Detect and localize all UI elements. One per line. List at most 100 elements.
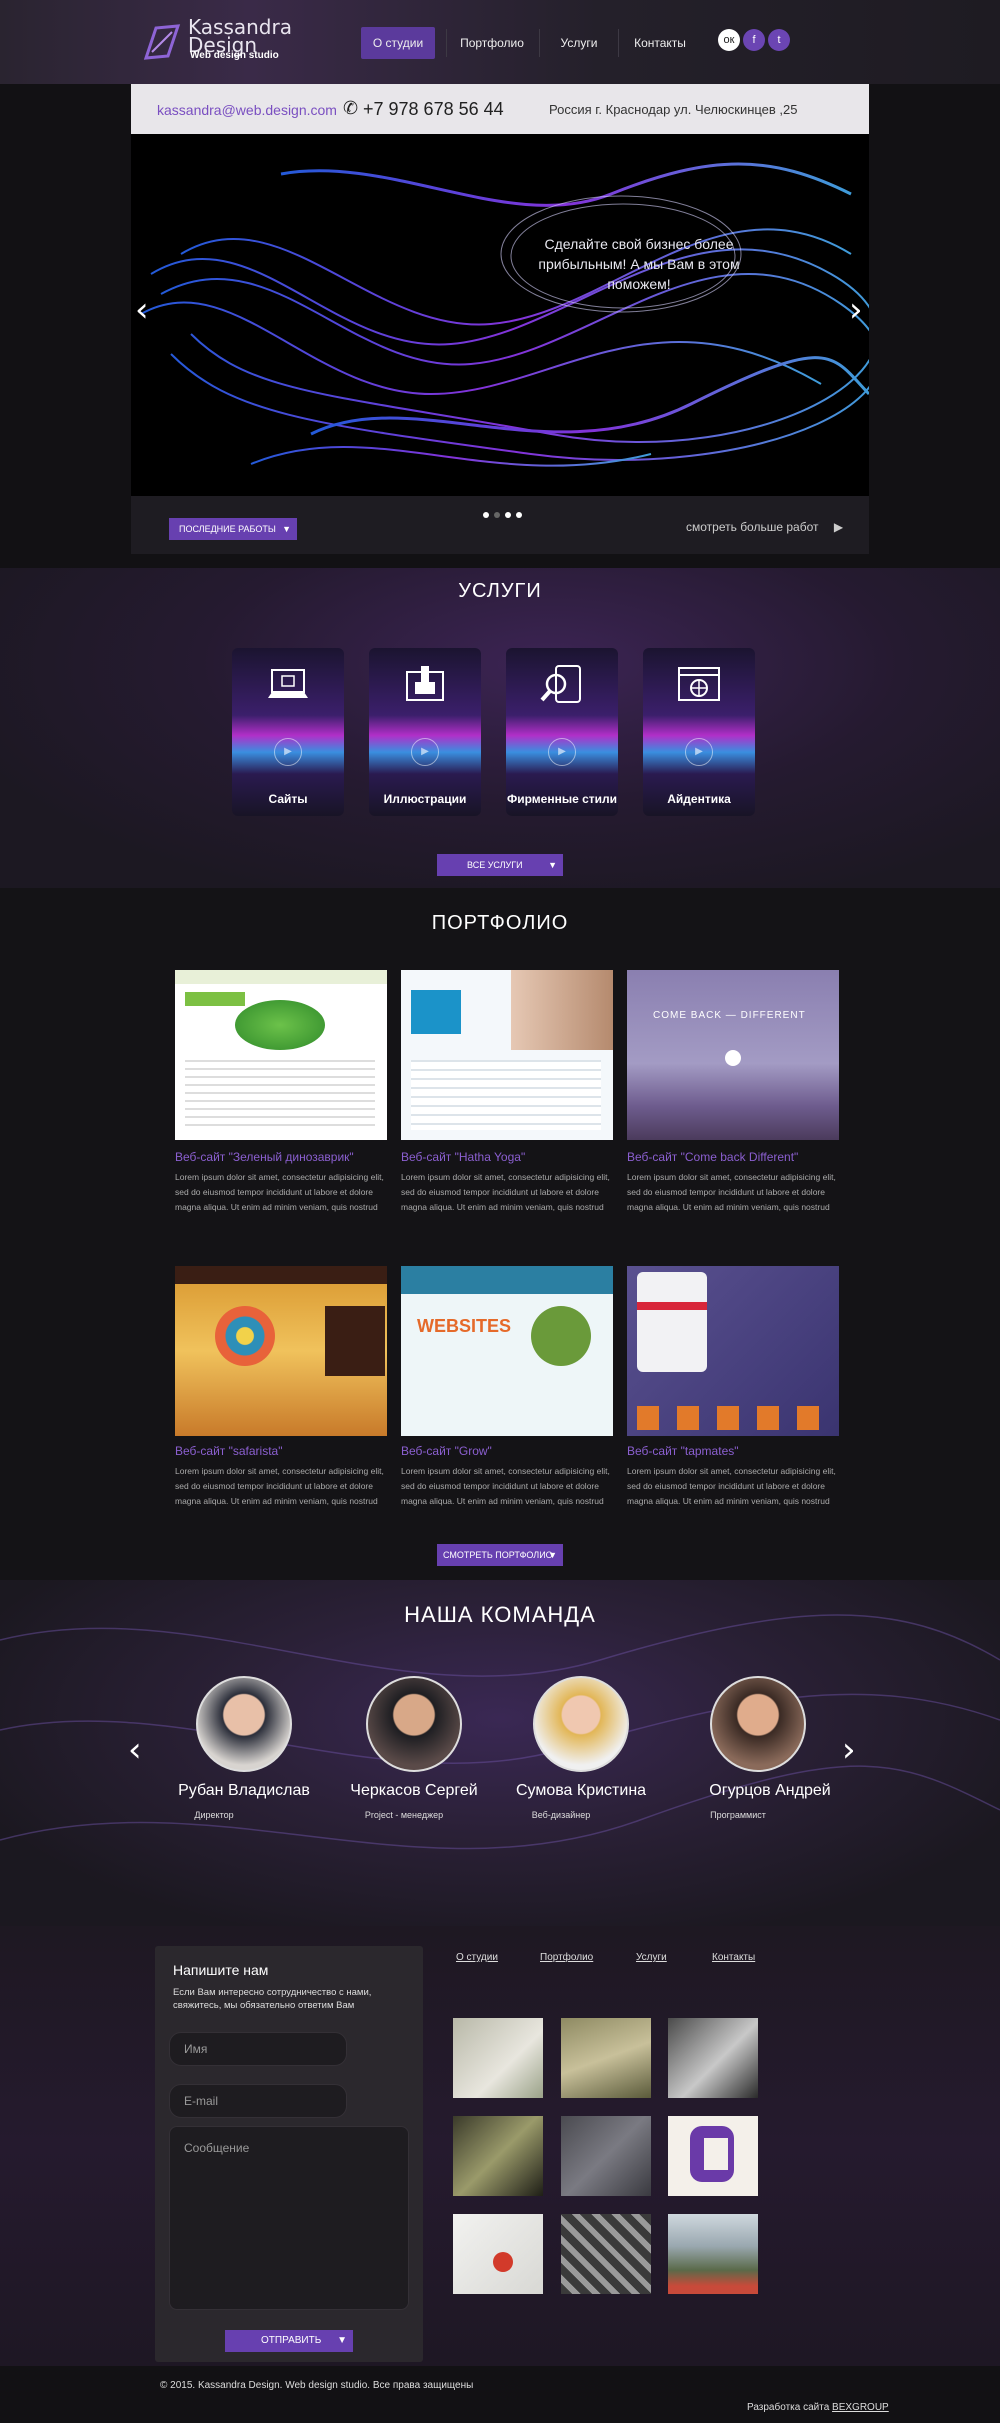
portfolio-item-title[interactable]: Веб-сайт "Hatha Yoga" xyxy=(401,1150,525,1164)
slider-prev-arrow[interactable]: ‹ xyxy=(135,290,149,330)
avatar xyxy=(710,1676,806,1772)
gallery-thumbnail[interactable] xyxy=(561,2018,651,2098)
member-role: Директор xyxy=(194,1810,234,1820)
all-services-label: ВСЕ УСЛУГИ xyxy=(467,860,523,870)
team-title: НАША КОМАНДА xyxy=(404,1602,596,1627)
message-field[interactable]: Сообщение xyxy=(169,2126,409,2310)
gallery-thumbnail[interactable] xyxy=(453,2018,543,2098)
service-label: Сайты xyxy=(268,792,308,806)
play-icon: ▶ xyxy=(548,738,576,766)
portfolio-item-text: Lorem ipsum dolor sit amet, consectetur … xyxy=(627,1172,836,1212)
team-next-arrow[interactable]: › xyxy=(842,1730,856,1770)
member-role: Программист xyxy=(710,1810,766,1820)
avatar xyxy=(366,1676,462,1772)
slider-dot[interactable] xyxy=(505,512,511,518)
send-label: ОТПРАВИТЬ xyxy=(261,2335,322,2346)
chevron-down-icon: ▼ xyxy=(548,1550,557,1560)
nav-about[interactable]: О студии xyxy=(361,27,435,59)
gallery-thumbnail[interactable] xyxy=(561,2116,651,2196)
portfolio-image-grow[interactable]: WEBSITES xyxy=(401,1266,613,1436)
portfolio-image-dino[interactable] xyxy=(175,970,387,1140)
twitter-icon[interactable]: t xyxy=(768,29,790,51)
laptop-icon xyxy=(268,669,308,698)
member-name: Сумова Кристина xyxy=(515,1782,647,1799)
footer-link-services[interactable]: Услуги xyxy=(636,1952,667,1963)
brush-icon xyxy=(406,666,444,701)
more-portfolio-button[interactable]: СМОТРЕТЬ ПОРТФОЛИО ▼ xyxy=(437,1544,563,1566)
slider-next-arrow[interactable]: › xyxy=(849,290,863,330)
gallery-thumbnail[interactable] xyxy=(668,2214,758,2294)
gallery-thumbnail[interactable] xyxy=(668,2116,758,2196)
name-field[interactable]: Имя xyxy=(169,2032,347,2066)
all-services-button[interactable]: ВСЕ УСЛУГИ ▼ xyxy=(437,854,563,876)
portfolio-item-title[interactable]: Веб-сайт "tapmates" xyxy=(627,1444,739,1458)
gallery-thumbnail[interactable] xyxy=(453,2214,543,2294)
nav-divider xyxy=(539,29,540,57)
portfolio-item-title[interactable]: Веб-сайт "safarista" xyxy=(175,1444,283,1458)
send-button[interactable]: ОТПРАВИТЬ ▼ xyxy=(225,2330,353,2352)
latest-works-button[interactable]: ПОСЛЕДНИЕ РАБОТЫ ▼ xyxy=(169,518,297,540)
portfolio-image-comeback[interactable]: COME BACK — DIFFERENT xyxy=(627,970,839,1140)
portfolio-item-title[interactable]: Веб-сайт "Зеленый динозаврик" xyxy=(175,1150,354,1164)
developer-link[interactable]: BEXGROUP xyxy=(832,2402,889,2413)
nav-services[interactable]: Услуги xyxy=(552,27,606,59)
nav-contacts[interactable]: Контакты xyxy=(628,27,692,59)
service-card-sites[interactable]: ▶ Сайты xyxy=(232,648,344,816)
odnoklassniki-icon[interactable]: ок xyxy=(718,29,740,51)
contact-phone[interactable]: +7 978 678 56 44 xyxy=(363,99,504,120)
slider-dot[interactable] xyxy=(494,512,500,518)
latest-works-label: ПОСЛЕДНИЕ РАБОТЫ xyxy=(179,524,276,534)
portfolio-item-text: Lorem ipsum dolor sit amet, consectetur … xyxy=(401,1172,610,1212)
member-name: Черкасов Сергей xyxy=(350,1782,478,1799)
hero-swirl-image xyxy=(140,162,869,467)
site-header: Kassandra Design Web design studio О сту… xyxy=(0,0,1000,84)
services-title: УСЛУГИ xyxy=(458,580,542,602)
form-description: Если Вам интересно сотрудничество с нами… xyxy=(173,1987,372,2011)
portfolio-image-yoga[interactable] xyxy=(401,970,613,1140)
hero-slider: Сделайте свой бизнес более прибыльным! А… xyxy=(131,134,869,496)
portfolio-item-title[interactable]: Веб-сайт "Come back Different" xyxy=(627,1150,798,1164)
facebook-icon[interactable]: f xyxy=(743,29,765,51)
chevron-down-icon: ▼ xyxy=(282,524,291,534)
service-card-illustrations[interactable]: ▶ Иллюстрации xyxy=(369,648,481,816)
portfolio-item-title[interactable]: Веб-сайт "Grow" xyxy=(401,1444,492,1458)
slider-caption: Сделайте свой бизнес более прибыльным! А… xyxy=(538,236,740,292)
service-label: Айдентика xyxy=(667,792,731,806)
more-works-link[interactable]: смотреть больше работ ▶ xyxy=(686,520,843,534)
slider-dot[interactable] xyxy=(516,512,522,518)
member-name: Рубан Владислав xyxy=(178,1782,310,1799)
portfolio-image-safarista[interactable] xyxy=(175,1266,387,1436)
portfolio-item-text: Lorem ipsum dolor sit amet, consectetur … xyxy=(627,1466,836,1506)
bottom-bar: © 2015. Kassandra Design. Web design stu… xyxy=(0,2366,1000,2423)
logo-subtitle: Web design studio xyxy=(190,50,279,61)
site-footer: Напишите нам Если Вам интересно сотрудни… xyxy=(0,1926,1000,2366)
service-label: Иллюстрации xyxy=(383,792,467,806)
team-section: НАША КОМАНДА ‹ › Рубан Владислав Директо… xyxy=(0,1580,1000,1926)
portfolio-image-tapmates[interactable] xyxy=(627,1266,839,1436)
footer-link-contacts[interactable]: Контакты xyxy=(712,1952,755,1963)
footer-link-portfolio[interactable]: Портфолио xyxy=(540,1952,593,1963)
slider-dot[interactable] xyxy=(483,512,489,518)
team-prev-arrow[interactable]: ‹ xyxy=(128,1730,142,1770)
phone-icon: ✆ xyxy=(343,98,359,118)
nav-divider xyxy=(618,29,619,57)
gallery-thumbnail[interactable] xyxy=(561,2214,651,2294)
nav-portfolio[interactable]: Портфолио xyxy=(456,27,528,59)
portfolio-section: ПОРТФОЛИО COME BACK — DIFFERENT Веб-сайт… xyxy=(0,888,1000,1580)
footer-link-about[interactable]: О студии xyxy=(456,1952,498,1963)
nav-divider xyxy=(446,29,447,57)
developer-credit: Разработка сайта BEXGROUP xyxy=(747,2402,889,2413)
email-field[interactable]: E-mail xyxy=(169,2084,347,2118)
avatar xyxy=(533,1676,629,1772)
contact-form: Напишите нам Если Вам интересно сотрудни… xyxy=(155,1946,423,2362)
chevron-down-icon: ▼ xyxy=(548,860,557,870)
portfolio-item-text: Lorem ipsum dolor sit amet, consectetur … xyxy=(401,1466,610,1506)
browser-globe-icon xyxy=(678,667,720,701)
play-icon: ▶ xyxy=(685,738,713,766)
gallery-thumbnail[interactable] xyxy=(668,2018,758,2098)
service-card-identity[interactable]: ▶ Айдентика xyxy=(643,648,755,816)
contact-bar: kassandra@web.design.com ✆ +7 978 678 56… xyxy=(131,84,869,134)
service-card-branding[interactable]: ▶ Фирменные стили xyxy=(506,648,618,816)
gallery-thumbnail[interactable] xyxy=(453,2116,543,2196)
contact-email[interactable]: kassandra@web.design.com xyxy=(157,102,337,118)
